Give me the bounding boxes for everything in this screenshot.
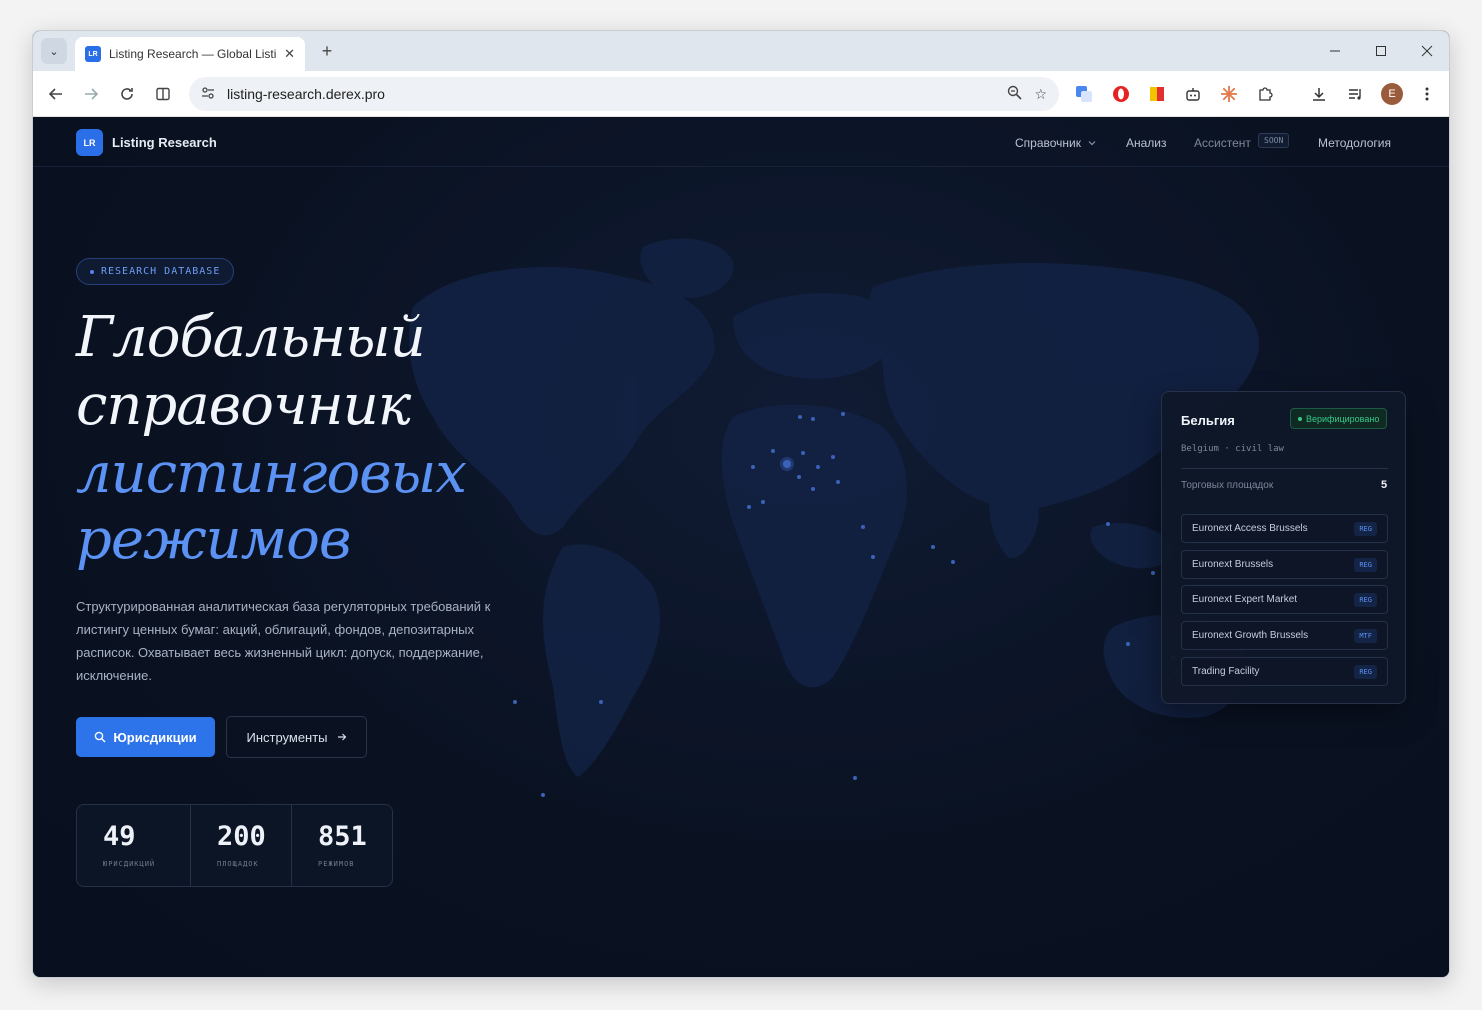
chevron-down-icon: ⌄ bbox=[49, 45, 59, 58]
hero-title-line-2: справочник bbox=[76, 373, 411, 438]
nav-analysis[interactable]: Анализ bbox=[1126, 136, 1167, 150]
bookmark-star-icon[interactable]: ☆ bbox=[1034, 86, 1047, 103]
chevron-down-icon bbox=[1088, 141, 1096, 146]
jurisdictions-button[interactable]: Юрисдикции bbox=[76, 717, 215, 757]
site-header: LR Listing Research Справочник Анализ Ас… bbox=[33, 117, 1449, 167]
badge-dot-icon bbox=[90, 269, 94, 274]
profile-avatar[interactable]: E bbox=[1381, 83, 1403, 105]
address-bar[interactable]: listing-research.derex.pro ☆ bbox=[189, 77, 1059, 111]
stat-label: ЮРИСДИКЦИЙ bbox=[103, 860, 156, 868]
logo-text[interactable]: Listing Research bbox=[112, 135, 217, 150]
tab-search-button[interactable]: ⌄ bbox=[41, 38, 67, 64]
site-settings-icon[interactable] bbox=[201, 86, 215, 103]
arrow-right-icon bbox=[337, 733, 346, 741]
stat-value: 200 bbox=[217, 821, 266, 852]
back-icon[interactable] bbox=[43, 81, 69, 107]
venue-name: Euronext Expert Market bbox=[1192, 594, 1298, 605]
venue-name: Euronext Growth Brussels bbox=[1192, 630, 1309, 641]
tab-title: Listing Research — Global Listin bbox=[109, 47, 277, 61]
venue-tag: MTF bbox=[1354, 628, 1377, 643]
venue-item[interactable]: Euronext Expert Market REG bbox=[1181, 585, 1388, 614]
opera-extension-icon[interactable] bbox=[1110, 83, 1132, 105]
split-view-icon[interactable] bbox=[150, 81, 176, 107]
stat-regimes: 851 РЕЖИМОВ bbox=[292, 805, 392, 886]
jurisdictions-button-label: Юрисдикции bbox=[113, 729, 197, 745]
stats-panel: 49 ЮРИСДИКЦИЙ 200 ПЛОЩАДОК 851 РЕЖИМОВ bbox=[76, 804, 393, 887]
translate-extension-icon[interactable] bbox=[1073, 83, 1095, 105]
close-window-icon[interactable] bbox=[1415, 39, 1439, 63]
venue-tag: REG bbox=[1354, 592, 1377, 607]
hero-title-line-1: Глобальный bbox=[76, 305, 426, 370]
venue-count: 5 bbox=[1381, 479, 1388, 491]
venue-item[interactable]: Euronext Access Brussels REG bbox=[1181, 514, 1388, 543]
soon-badge: SOON bbox=[1258, 133, 1290, 148]
stat-label: РЕЖИМОВ bbox=[318, 860, 355, 868]
zoom-icon[interactable] bbox=[1007, 85, 1023, 103]
venue-tag: REG bbox=[1354, 664, 1377, 679]
close-tab-icon[interactable]: ✕ bbox=[284, 46, 295, 62]
stat-value: 49 bbox=[103, 821, 136, 852]
extensions-puzzle-icon[interactable] bbox=[1254, 83, 1276, 105]
instruments-button[interactable]: Инструменты bbox=[226, 716, 367, 758]
card-divider bbox=[1181, 468, 1388, 469]
forward-icon[interactable] bbox=[78, 81, 104, 107]
venue-tag: REG bbox=[1354, 557, 1377, 572]
venue-item[interactable]: Trading Facility REG bbox=[1181, 657, 1388, 686]
research-database-badge: RESEARCH DATABASE bbox=[76, 258, 235, 285]
browser-window: ⌄ LR Listing Research — Global Listin ✕ … bbox=[32, 30, 1450, 978]
venue-item[interactable]: Euronext Growth Brussels MTF bbox=[1181, 621, 1388, 650]
browser-tab[interactable]: LR Listing Research — Global Listin ✕ bbox=[75, 37, 305, 71]
venue-name: Euronext Access Brussels bbox=[1192, 523, 1308, 534]
download-icon[interactable] bbox=[1308, 83, 1330, 105]
badge-label: RESEARCH DATABASE bbox=[101, 266, 221, 277]
search-icon bbox=[95, 731, 106, 743]
verified-dot-icon bbox=[1298, 416, 1302, 421]
venue-count-label: Торговых площадок bbox=[1181, 480, 1274, 491]
venue-name: Euronext Brussels bbox=[1192, 559, 1274, 570]
world-map-background bbox=[409, 238, 1260, 797]
maximize-icon[interactable] bbox=[1369, 39, 1393, 63]
instruments-button-label: Инструменты bbox=[246, 729, 328, 745]
url-text[interactable]: listing-research.derex.pro bbox=[227, 86, 995, 102]
stat-label: ПЛОЩАДОК bbox=[217, 860, 259, 868]
venue-item[interactable]: Euronext Brussels REG bbox=[1181, 550, 1388, 579]
favicon-icon: LR bbox=[85, 46, 101, 62]
nav-assistant[interactable]: Ассистент bbox=[1194, 136, 1251, 150]
browser-toolbar: listing-research.derex.pro ☆ E bbox=[33, 71, 1449, 117]
tab-strip: ⌄ LR Listing Research — Global Listin ✕ … bbox=[33, 31, 1449, 71]
flag-extension-icon[interactable] bbox=[1146, 83, 1168, 105]
hero-description: Структурированная аналитическая база рег… bbox=[76, 599, 491, 683]
more-menu-icon[interactable] bbox=[1416, 83, 1438, 105]
card-title: Бельгия bbox=[1181, 413, 1235, 428]
stat-venues: 200 ПЛОЩАДОК bbox=[191, 805, 292, 886]
verified-label: Верифицировано bbox=[1306, 413, 1380, 424]
bot-extension-icon[interactable] bbox=[1182, 83, 1204, 105]
media-controls-icon[interactable] bbox=[1344, 83, 1366, 105]
jurisdiction-card[interactable]: Бельгия Верифицировано Belgium · civil l… bbox=[1161, 391, 1406, 704]
hero-title-line-4: режимов bbox=[76, 507, 351, 572]
card-subtitle: Belgium · civil law bbox=[1181, 444, 1284, 454]
nav-methodology[interactable]: Методология bbox=[1318, 136, 1391, 150]
reload-icon[interactable] bbox=[114, 81, 140, 107]
verified-badge: Верифицировано bbox=[1290, 408, 1388, 429]
stat-value: 851 bbox=[318, 821, 367, 852]
nav-reference[interactable]: Справочник bbox=[1015, 136, 1096, 150]
venue-name: Trading Facility bbox=[1192, 666, 1260, 677]
logo-icon[interactable]: LR bbox=[76, 129, 103, 156]
sparkle-extension-icon[interactable] bbox=[1218, 83, 1240, 105]
venue-tag: REG bbox=[1354, 521, 1377, 536]
new-tab-button[interactable]: + bbox=[315, 39, 339, 63]
page-content: LR Listing Research Справочник Анализ Ас… bbox=[33, 117, 1449, 977]
hero-title-line-3: листинговых bbox=[76, 441, 467, 506]
stat-jurisdictions: 49 ЮРИСДИКЦИЙ bbox=[77, 805, 191, 886]
nav-reference-label: Справочник bbox=[1015, 136, 1081, 150]
minimize-icon[interactable] bbox=[1323, 39, 1347, 63]
